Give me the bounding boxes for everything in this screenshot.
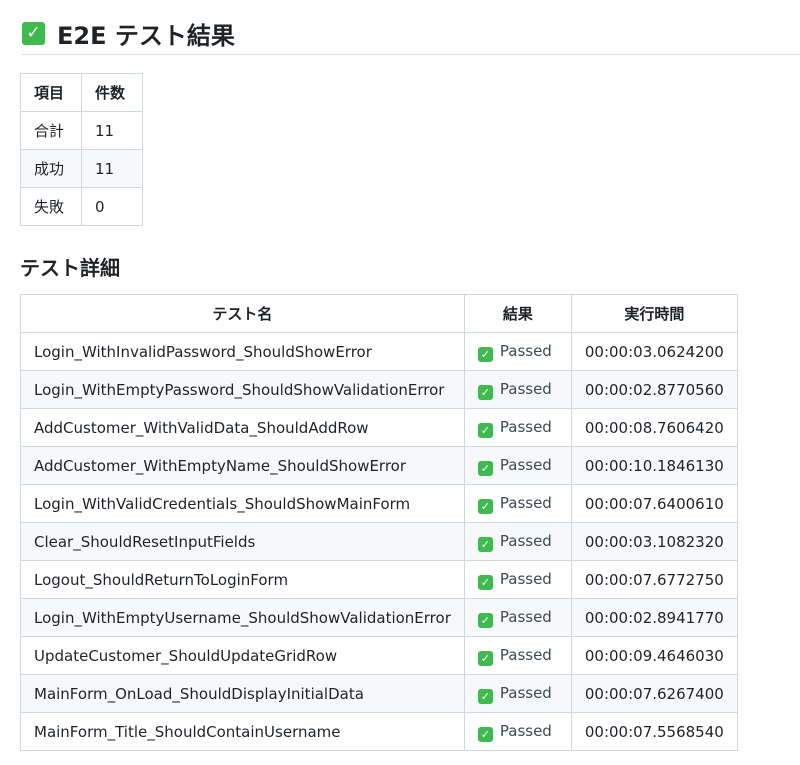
test-duration-cell: 00:00:10.1846130 xyxy=(570,446,738,485)
status-label: Passed xyxy=(499,417,552,436)
check-mark-icon: ✓ xyxy=(477,384,493,400)
test-name-cell: Login_WithEmptyUsername_ShouldShowValida… xyxy=(20,598,465,637)
table-row: MainForm_Title_ShouldContainUsername ✓ Pas… xyxy=(20,712,738,751)
check-mark-icon: ✓ xyxy=(477,498,493,514)
test-result-cell: ✓ Passed xyxy=(463,332,572,371)
test-result-cell: ✓ Passed xyxy=(463,560,572,599)
test-result-cell: ✓ Passed xyxy=(463,408,572,447)
test-result-cell: ✓ Passed xyxy=(463,598,572,637)
page-title-text: E2E テスト結果 xyxy=(57,21,235,50)
test-result-cell: ✓ Passed xyxy=(463,636,572,675)
test-name-cell: AddCustomer_WithEmptyName_ShouldShowErro… xyxy=(20,446,465,485)
status-label: Passed xyxy=(499,341,552,360)
test-duration-cell: 00:00:07.6267400 xyxy=(570,674,738,713)
summary-label: 成功 xyxy=(20,149,82,188)
check-mark-icon: ✓ xyxy=(22,21,45,45)
table-row: Login_WithInvalidPassword_ShouldShowErro… xyxy=(20,332,738,371)
summary-header-count: 件数 xyxy=(81,73,143,112)
details-header-result: 結果 xyxy=(463,294,572,333)
table-row: MainForm_OnLoad_ShouldDisplayInitialData… xyxy=(20,674,738,713)
check-mark-icon: ✓ xyxy=(477,422,493,438)
summary-row: 失敗 0 xyxy=(20,187,143,226)
table-row: UpdateCustomer_ShouldUpdateGridRow ✓ Passe… xyxy=(20,636,738,675)
table-row: Login_WithEmptyPassword_ShouldShowValida… xyxy=(20,370,738,409)
details-table: テスト名 結果 実行時間 Login_WithInvalidPassword_S… xyxy=(20,294,738,751)
summary-label: 合計 xyxy=(20,111,82,150)
test-duration-cell: 00:00:02.8770560 xyxy=(570,370,738,409)
summary-header-row: 項目 件数 xyxy=(20,73,143,112)
check-mark-icon: ✓ xyxy=(477,346,493,362)
test-result-cell: ✓ Passed xyxy=(463,446,572,485)
table-row: Clear_ShouldResetInputFields ✓ Passed 00:00… xyxy=(20,522,738,561)
test-name-cell: MainForm_OnLoad_ShouldDisplayInitialData xyxy=(20,674,465,713)
test-duration-cell: 00:00:07.6400610 xyxy=(570,484,738,523)
summary-count: 11 xyxy=(81,149,143,188)
status-label: Passed xyxy=(499,607,552,626)
status-label: Passed xyxy=(499,683,552,702)
test-name-cell: Login_WithEmptyPassword_ShouldShowValida… xyxy=(20,370,465,409)
test-duration-cell: 00:00:08.7606420 xyxy=(570,408,738,447)
test-duration-cell: 00:00:02.8941770 xyxy=(570,598,738,637)
status-label: Passed xyxy=(499,379,552,398)
table-row: AddCustomer_WithValidData_ShouldAddRow ✓ P… xyxy=(20,408,738,447)
check-mark-icon: ✓ xyxy=(477,574,493,590)
test-result-cell: ✓ Passed xyxy=(463,712,572,751)
summary-count: 11 xyxy=(81,111,143,150)
details-header-name: テスト名 xyxy=(20,294,465,333)
details-body: Login_WithInvalidPassword_ShouldShowErro… xyxy=(20,332,738,751)
test-name-cell: AddCustomer_WithValidData_ShouldAddRow xyxy=(20,408,465,447)
table-row: Login_WithEmptyUsername_ShouldShowValida… xyxy=(20,598,738,637)
status-label: Passed xyxy=(499,455,552,474)
summary-label: 失敗 xyxy=(20,187,82,226)
test-name-cell: MainForm_Title_ShouldContainUsername xyxy=(20,712,465,751)
page-title: ✓ E2E テスト結果 xyxy=(22,12,800,55)
check-mark-icon: ✓ xyxy=(477,536,493,552)
test-duration-cell: 00:00:03.1082320 xyxy=(570,522,738,561)
check-mark-icon: ✓ xyxy=(477,688,493,704)
summary-count: 0 xyxy=(81,187,143,226)
test-result-cell: ✓ Passed xyxy=(463,522,572,561)
status-label: Passed xyxy=(499,569,552,588)
check-mark-icon: ✓ xyxy=(477,460,493,476)
test-name-cell: Clear_ShouldResetInputFields xyxy=(20,522,465,561)
details-heading: テスト詳細 xyxy=(20,256,120,280)
test-duration-cell: 00:00:07.5568540 xyxy=(570,712,738,751)
test-duration-cell: 00:00:03.0624200 xyxy=(570,332,738,371)
test-result-cell: ✓ Passed xyxy=(463,674,572,713)
status-label: Passed xyxy=(499,721,552,740)
check-mark-icon: ✓ xyxy=(477,726,493,742)
test-name-cell: Login_WithInvalidPassword_ShouldShowErro… xyxy=(20,332,465,371)
check-mark-icon: ✓ xyxy=(477,612,493,628)
test-name-cell: Logout_ShouldReturnToLoginForm xyxy=(20,560,465,599)
test-name-cell: UpdateCustomer_ShouldUpdateGridRow xyxy=(20,636,465,675)
check-mark-icon: ✓ xyxy=(477,650,493,666)
status-label: Passed xyxy=(499,531,552,550)
details-header-row: テスト名 結果 実行時間 xyxy=(20,294,738,333)
summary-row: 合計 11 xyxy=(20,111,143,150)
summary-header-item: 項目 xyxy=(20,73,82,112)
test-result-cell: ✓ Passed xyxy=(463,370,572,409)
test-result-cell: ✓ Passed xyxy=(463,484,572,523)
table-row: Logout_ShouldReturnToLoginForm ✓ Passed 00:… xyxy=(20,560,738,599)
table-row: AddCustomer_WithEmptyName_ShouldShowErro… xyxy=(20,446,738,485)
status-label: Passed xyxy=(499,493,552,512)
status-label: Passed xyxy=(499,645,552,664)
test-duration-cell: 00:00:09.4646030 xyxy=(570,636,738,675)
test-name-cell: Login_WithValidCredentials_ShouldShowMai… xyxy=(20,484,465,523)
test-duration-cell: 00:00:07.6772750 xyxy=(570,560,738,599)
details-header-duration: 実行時間 xyxy=(570,294,738,333)
table-row: Login_WithValidCredentials_ShouldShowMai… xyxy=(20,484,738,523)
summary-table: 項目 件数 合計 11 成功 11 失敗 0 xyxy=(20,73,143,226)
summary-row: 成功 11 xyxy=(20,149,143,188)
